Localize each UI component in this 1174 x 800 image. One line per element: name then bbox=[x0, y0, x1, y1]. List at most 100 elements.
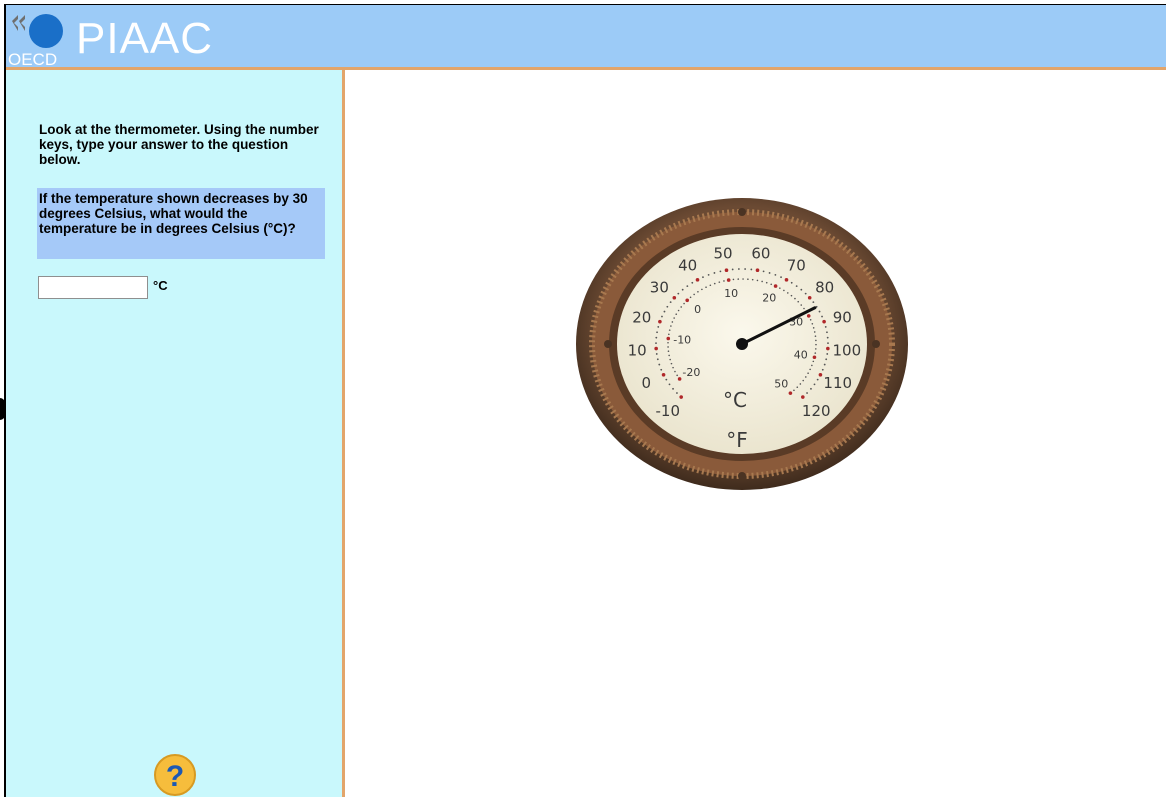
question-panel: Look at the thermometer. Using the numbe… bbox=[6, 70, 345, 797]
celsius-tick-label: 50 bbox=[774, 377, 788, 390]
header-bar: OECD PIAAC bbox=[6, 5, 1166, 70]
fahrenheit-tick-mark bbox=[822, 319, 826, 324]
fahrenheit-tick-label: 0 bbox=[641, 374, 651, 392]
fahrenheit-tick-mark bbox=[824, 326, 827, 328]
fahrenheit-tick-mark bbox=[818, 372, 823, 377]
fahrenheit-tick-label: 20 bbox=[632, 308, 651, 326]
oecd-wordmark: OECD bbox=[8, 50, 57, 67]
celsius-tick-mark bbox=[812, 327, 815, 329]
celsius-tick-mark bbox=[667, 341, 669, 344]
fahrenheit-tick-mark bbox=[656, 331, 658, 334]
fahrenheit-tick-mark bbox=[656, 358, 659, 361]
fahrenheit-tick-mark bbox=[810, 387, 812, 390]
fahrenheit-tick-mark bbox=[737, 268, 740, 270]
fahrenheit-tick-mark bbox=[665, 378, 668, 381]
celsius-tick-mark bbox=[786, 292, 789, 294]
celsius-tick-mark bbox=[674, 370, 676, 373]
stray-edge-mark bbox=[0, 398, 5, 420]
fahrenheit-tick-mark bbox=[676, 392, 678, 394]
fahrenheit-tick-label: 40 bbox=[678, 256, 697, 274]
celsius-tick-mark bbox=[689, 296, 692, 299]
fahrenheit-tick-mark bbox=[679, 395, 683, 399]
celsius-tick-mark bbox=[705, 286, 707, 288]
fahrenheit-tick-mark bbox=[657, 326, 660, 328]
fahrenheit-tick-mark bbox=[784, 278, 789, 282]
celsius-tick-mark bbox=[811, 364, 813, 367]
fahrenheit-tick-mark bbox=[660, 368, 663, 371]
celsius-tick-mark bbox=[673, 317, 675, 319]
fahrenheit-tick-mark bbox=[804, 292, 807, 295]
fahrenheit-tick-mark bbox=[762, 270, 765, 273]
fahrenheit-tick-mark bbox=[800, 288, 803, 291]
celsius-tick-mark bbox=[701, 288, 703, 291]
fahrenheit-tick-mark bbox=[658, 363, 661, 366]
help-icon: ? bbox=[154, 754, 196, 796]
celsius-tick-mark bbox=[747, 278, 749, 281]
celsius-tick-mark bbox=[756, 279, 759, 282]
fahrenheit-tick-mark bbox=[823, 363, 826, 366]
celsius-tick-mark bbox=[793, 389, 795, 392]
celsius-tick-mark bbox=[806, 314, 811, 318]
celsius-tick-mark bbox=[672, 366, 674, 369]
oecd-logo: OECD bbox=[8, 14, 63, 67]
fahrenheit-tick-mark bbox=[780, 276, 782, 279]
celsius-tick-mark bbox=[675, 313, 678, 316]
celsius-tick-mark bbox=[709, 284, 712, 287]
fahrenheit-tick-mark bbox=[807, 295, 812, 300]
celsius-tick-mark bbox=[680, 306, 683, 308]
fahrenheit-tick-mark bbox=[750, 268, 753, 271]
celsius-tick-mark bbox=[751, 278, 754, 281]
fahrenheit-tick-label: 80 bbox=[815, 279, 834, 297]
celsius-tick-mark bbox=[671, 321, 674, 323]
celsius-unit-label: °C bbox=[723, 388, 747, 412]
celsius-tick-mark bbox=[812, 355, 817, 360]
fahrenheit-tick-label: 120 bbox=[802, 402, 831, 420]
fahrenheit-tick-mark bbox=[818, 310, 821, 313]
fahrenheit-tick-mark bbox=[669, 301, 672, 304]
fahrenheit-tick-label: -10 bbox=[656, 402, 681, 420]
fahrenheit-unit-label: °F bbox=[726, 428, 748, 452]
fahrenheit-tick-mark bbox=[813, 383, 816, 386]
fahrenheit-tick-label: 70 bbox=[787, 256, 806, 274]
celsius-tick-mark bbox=[677, 377, 682, 381]
celsius-tick-mark bbox=[812, 360, 815, 363]
fahrenheit-tick-mark bbox=[795, 285, 798, 287]
fahrenheit-tick-mark bbox=[661, 372, 666, 377]
celsius-tick-mark bbox=[668, 329, 671, 331]
fahrenheit-tick-mark bbox=[655, 342, 657, 344]
celsius-tick-mark bbox=[813, 331, 816, 333]
celsius-tick-mark bbox=[809, 368, 811, 371]
celsius-tick-mark bbox=[794, 297, 796, 300]
fahrenheit-tick-mark bbox=[744, 268, 747, 270]
fahrenheit-tick-mark bbox=[661, 315, 663, 318]
celsius-tick-mark bbox=[666, 336, 671, 341]
celsius-tick-mark bbox=[737, 278, 740, 280]
fahrenheit-tick-mark bbox=[686, 285, 689, 287]
celsius-tick-mark bbox=[797, 300, 800, 303]
fahrenheit-tick-mark bbox=[654, 346, 658, 351]
celsius-tick-mark bbox=[803, 307, 805, 310]
fahrenheit-tick-mark bbox=[677, 292, 680, 295]
fahrenheit-tick-label: 110 bbox=[823, 374, 852, 392]
fahrenheit-tick-label: 90 bbox=[833, 308, 852, 326]
celsius-tick-mark bbox=[668, 333, 670, 336]
fahrenheit-tick-mark bbox=[713, 272, 716, 274]
celsius-tick-mark bbox=[669, 358, 671, 361]
celsius-tick-mark bbox=[809, 318, 812, 321]
answer-input[interactable] bbox=[38, 276, 148, 299]
fahrenheit-tick-mark bbox=[655, 336, 658, 339]
fahrenheit-tick-mark bbox=[826, 336, 829, 339]
fahrenheit-tick-mark bbox=[658, 319, 662, 324]
needle-hub bbox=[736, 338, 748, 350]
celsius-tick-mark bbox=[814, 335, 817, 337]
fahrenheit-tick-mark bbox=[666, 305, 669, 308]
help-button[interactable]: ? bbox=[153, 753, 197, 797]
fahrenheit-tick-label: 50 bbox=[714, 245, 733, 263]
fahrenheit-tick-mark bbox=[695, 278, 700, 282]
celsius-tick-mark bbox=[726, 278, 731, 282]
celsius-tick-mark bbox=[742, 278, 744, 280]
fahrenheit-tick-mark bbox=[655, 353, 658, 355]
thermometer-dial: -10 0 10 20 30 40 50 60 70 80 90 100 110 120 -20 -10 0 1… bbox=[576, 198, 908, 490]
celsius-tick-mark bbox=[685, 298, 690, 303]
celsius-tick-mark bbox=[697, 290, 699, 293]
